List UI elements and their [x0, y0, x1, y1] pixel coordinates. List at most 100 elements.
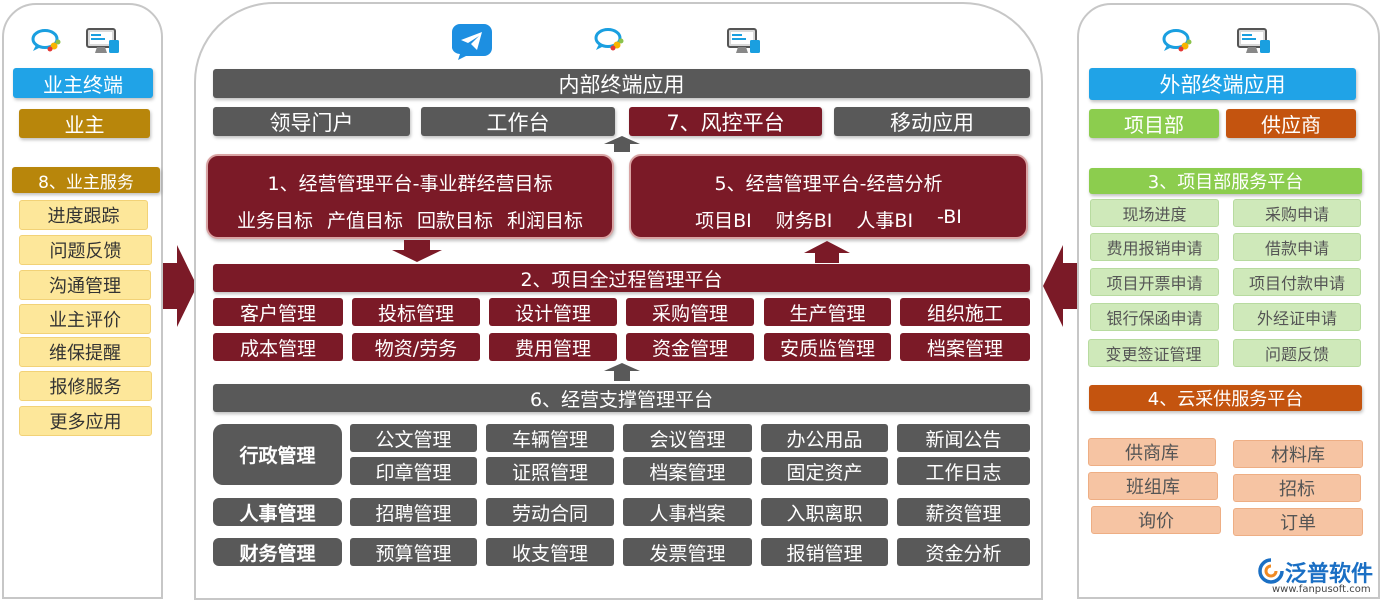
- up-arrow-icon: [604, 136, 640, 152]
- bi-other: -BI: [937, 206, 962, 228]
- admin-management-label: 行政管理: [213, 424, 342, 485]
- service-repair[interactable]: 报修服务: [19, 371, 152, 401]
- platform-6-title: 6、经营支撑管理平台: [213, 384, 1030, 412]
- module-expense[interactable]: 费用管理: [489, 333, 617, 361]
- platform-5-items: 项目BI 财务BI 人事BI -BI: [631, 206, 1026, 233]
- owner-label: 业主: [19, 109, 150, 138]
- platform-1-title: 1、经营管理平台-事业群经营目标: [267, 173, 553, 195]
- finance-income-expense[interactable]: 收支管理: [486, 538, 614, 566]
- service-tender[interactable]: 招标: [1233, 474, 1361, 502]
- module-construction[interactable]: 组织施工: [900, 298, 1030, 326]
- up-arrow-icon: [804, 241, 850, 263]
- module-safety-quality[interactable]: 安质监管理: [764, 333, 891, 361]
- hr-contracts[interactable]: 劳动合同: [486, 498, 614, 526]
- platform-3-title: 3、项目部服务平台: [1089, 168, 1362, 194]
- service-owner-evaluation[interactable]: 业主评价: [19, 304, 151, 334]
- service-team-library[interactable]: 班组库: [1088, 472, 1218, 500]
- bi-finance: 财务BI: [775, 210, 833, 232]
- module-production[interactable]: 生产管理: [764, 298, 891, 326]
- chat-icon: [1162, 29, 1192, 52]
- service-bank-guarantee[interactable]: 银行保函申请: [1090, 303, 1219, 331]
- admin-seals[interactable]: 印章管理: [350, 457, 477, 485]
- service-material-library[interactable]: 材料库: [1233, 440, 1363, 468]
- service-issue-feedback-project[interactable]: 问题反馈: [1233, 339, 1361, 367]
- left-arrow-icon: [1043, 245, 1077, 327]
- hr-recruitment[interactable]: 招聘管理: [350, 498, 477, 526]
- hr-onboarding[interactable]: 入职离职: [761, 498, 888, 526]
- tab-risk-platform[interactable]: 7、风控平台: [629, 107, 822, 136]
- module-bidding[interactable]: 投标管理: [352, 298, 480, 326]
- down-arrow-icon: [392, 240, 442, 262]
- module-customer[interactable]: 客户管理: [213, 298, 343, 326]
- admin-fixed-assets[interactable]: 固定资产: [761, 457, 888, 485]
- computer-icon: [86, 28, 119, 53]
- admin-vehicles[interactable]: 车辆管理: [486, 424, 614, 452]
- platform-1-items: 业务目标 产值目标 回款目标 利润目标: [208, 206, 612, 233]
- chat-icon: [594, 28, 624, 51]
- service-issue-feedback[interactable]: 问题反馈: [19, 235, 152, 265]
- plane-icon: [452, 24, 492, 60]
- admin-archive[interactable]: 档案管理: [623, 457, 752, 485]
- service-communication[interactable]: 沟通管理: [19, 270, 151, 300]
- service-change-visa[interactable]: 变更签证管理: [1088, 339, 1219, 367]
- admin-licenses[interactable]: 证照管理: [486, 457, 614, 485]
- brand-logo-url: www.fanpusoft.com: [1272, 584, 1371, 595]
- project-dept-label: 项目部: [1089, 109, 1219, 138]
- service-progress-tracking[interactable]: 进度跟踪: [19, 200, 148, 230]
- finance-budget[interactable]: 预算管理: [350, 538, 477, 566]
- platform-1-business-goals: 1、经营管理平台-事业群经营目标 业务目标 产值目标 回款目标 利润目标: [206, 154, 614, 239]
- service-inquiry[interactable]: 询价: [1091, 506, 1221, 534]
- brand-logo: 泛普软件 www.fanpusoft.com: [1258, 556, 1384, 598]
- platform-5-title: 5、经营管理平台-经营分析: [714, 173, 943, 195]
- admin-work-log[interactable]: 工作日志: [897, 457, 1030, 485]
- goal-collection: 回款目标: [417, 210, 494, 232]
- internal-terminal-title: 内部终端应用: [213, 69, 1030, 98]
- owner-terminal-title: 业主终端: [13, 68, 153, 98]
- hr-payroll[interactable]: 薪资管理: [897, 498, 1030, 526]
- chat-icon: [31, 29, 61, 52]
- service-invoice-request[interactable]: 项目开票申请: [1090, 268, 1219, 296]
- service-orders[interactable]: 订单: [1233, 508, 1363, 536]
- tab-workbench[interactable]: 工作台: [421, 107, 615, 136]
- admin-meetings[interactable]: 会议管理: [623, 424, 752, 452]
- hr-management-label: 人事管理: [213, 498, 342, 526]
- module-procurement[interactable]: 采购管理: [626, 298, 754, 326]
- admin-news[interactable]: 新闻公告: [897, 424, 1030, 452]
- service-site-progress[interactable]: 现场进度: [1090, 199, 1219, 227]
- computer-icon: [727, 28, 760, 53]
- module-archive[interactable]: 档案管理: [900, 333, 1030, 361]
- bi-project: 项目BI: [695, 210, 752, 232]
- goal-business: 业务目标: [236, 210, 313, 232]
- platform-2-title: 2、项目全过程管理平台: [213, 264, 1030, 292]
- fanpu-logo-icon: [1258, 558, 1284, 584]
- service-loan-request[interactable]: 借款申请: [1233, 233, 1361, 261]
- external-terminal-title: 外部终端应用: [1089, 68, 1356, 100]
- bi-hr: 人事BI: [856, 210, 914, 232]
- platform-5-business-analysis: 5、经营管理平台-经营分析 项目BI 财务BI 人事BI -BI: [629, 154, 1028, 239]
- module-fund[interactable]: 资金管理: [626, 333, 754, 361]
- tab-leader-portal[interactable]: 领导门户: [213, 107, 410, 136]
- service-more-apps[interactable]: 更多应用: [19, 406, 152, 436]
- up-arrow-icon: [604, 363, 640, 381]
- service-expense-claim[interactable]: 费用报销申请: [1090, 233, 1219, 261]
- supplier-label: 供应商: [1226, 109, 1356, 138]
- service-maintenance-reminder[interactable]: 维保提醒: [19, 337, 151, 367]
- finance-reimbursement[interactable]: 报销管理: [761, 538, 888, 566]
- service-payment-request[interactable]: 项目付款申请: [1233, 268, 1361, 296]
- module-design[interactable]: 设计管理: [489, 298, 617, 326]
- service-foreign-certificate[interactable]: 外经证申请: [1233, 303, 1361, 331]
- finance-fund-analysis[interactable]: 资金分析: [897, 538, 1030, 566]
- module-cost[interactable]: 成本管理: [213, 333, 343, 361]
- service-purchase-request[interactable]: 采购申请: [1233, 199, 1361, 227]
- goal-profit: 利润目标: [507, 210, 584, 232]
- hr-records[interactable]: 人事档案: [623, 498, 752, 526]
- right-arrow-icon: [163, 245, 197, 327]
- finance-invoice[interactable]: 发票管理: [623, 538, 752, 566]
- admin-office-supplies[interactable]: 办公用品: [761, 424, 888, 452]
- goal-output-value: 产值目标: [326, 210, 403, 232]
- service-supplier-library[interactable]: 供商库: [1088, 438, 1216, 466]
- module-material-labor[interactable]: 物资/劳务: [352, 333, 480, 361]
- tab-mobile-apps[interactable]: 移动应用: [834, 107, 1030, 136]
- computer-icon: [1237, 28, 1270, 53]
- admin-documents[interactable]: 公文管理: [350, 424, 477, 452]
